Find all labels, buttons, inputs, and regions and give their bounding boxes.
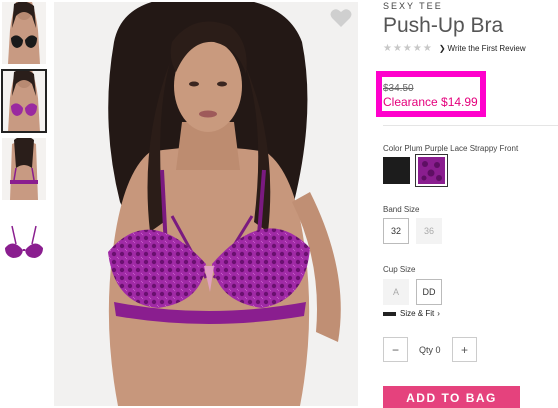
color-label: Color Plum Purple Lace Strappy Front	[383, 144, 519, 153]
clearance-price: Clearance $14.99	[383, 95, 478, 109]
color-swatch-plum-purple[interactable]	[415, 154, 448, 187]
quantity-label: Qty 0	[419, 345, 441, 355]
chevron-right-icon: ›	[437, 309, 440, 318]
rating-stars-icon: ★★★★★	[383, 43, 433, 54]
cup-size-dd[interactable]: DD	[416, 279, 442, 305]
price-highlight: $34.50 Clearance $14.99	[376, 71, 486, 117]
divider	[383, 125, 558, 126]
quantity-increment-button[interactable]: +	[452, 337, 477, 362]
ruler-icon	[383, 311, 396, 316]
thumbnail-purple-bra-product[interactable]	[2, 206, 46, 268]
quantity-decrement-button[interactable]: −	[383, 337, 408, 362]
band-size-label: Band Size	[383, 205, 420, 214]
rating-row: ★★★★★ ❯ Write the First Review	[383, 43, 526, 54]
cup-size-a[interactable]: A	[383, 279, 409, 305]
chevron-right-icon: ❯	[438, 44, 446, 53]
original-price: $34.50	[383, 83, 414, 94]
thumbnail-purple-bra-back[interactable]	[2, 138, 46, 200]
band-size-36[interactable]: 36	[416, 218, 442, 244]
band-size-32[interactable]: 32	[383, 218, 409, 244]
main-product-image	[54, 2, 358, 406]
heart-icon[interactable]	[330, 8, 352, 28]
thumbnail-purple-bra-front[interactable]	[1, 69, 47, 133]
size-fit-link[interactable]: Size & Fit ›	[383, 309, 440, 318]
brand-name: SEXY TEE	[383, 1, 443, 11]
write-review-link[interactable]: ❯ Write the First Review	[439, 44, 526, 53]
thumbnail-black-bra[interactable]	[2, 2, 46, 64]
color-swatch-black[interactable]	[383, 157, 410, 184]
product-title: Push-Up Bra	[383, 14, 504, 37]
write-review-label: Write the First Review	[447, 44, 526, 53]
add-to-bag-button[interactable]: ADD TO BAG	[383, 386, 520, 408]
cup-size-label: Cup Size	[383, 265, 416, 274]
size-fit-label: Size & Fit	[400, 309, 435, 318]
